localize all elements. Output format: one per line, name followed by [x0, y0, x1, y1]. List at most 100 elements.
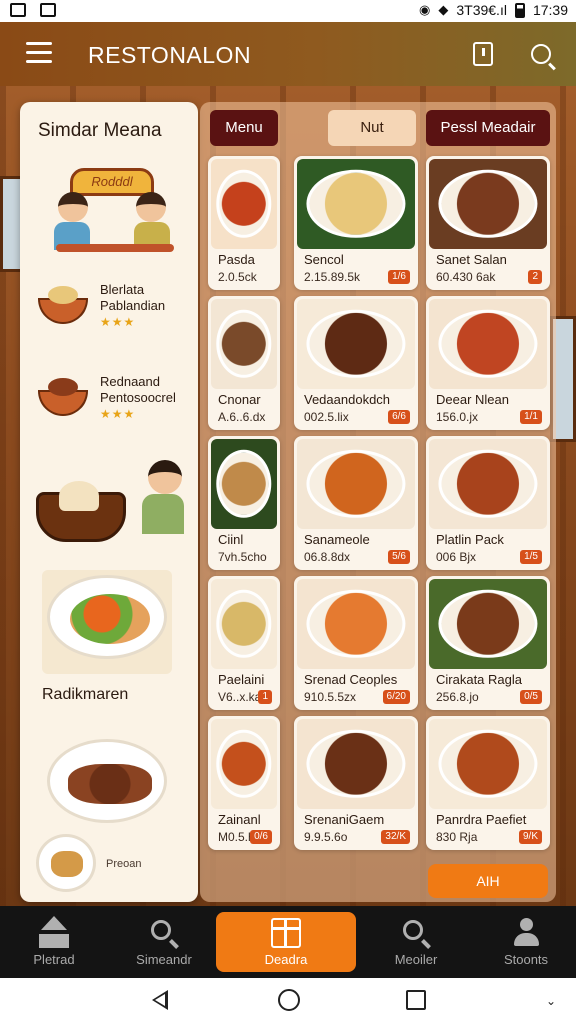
nav-label: Pletrad	[33, 952, 75, 967]
dish-price: 9.9.5.6o	[304, 830, 348, 844]
dish-name: Paelaini	[218, 672, 265, 687]
dish-image[interactable]	[42, 734, 172, 830]
dish-price: 2.0.5ck	[218, 270, 257, 284]
nav-home[interactable]: Pletrad	[4, 906, 104, 978]
menu-item-card[interactable]: Srenad Ceoples 910.5.5zx 6/20	[294, 576, 418, 710]
home-icon	[39, 916, 69, 948]
dish-price: 002.5.lix	[304, 410, 349, 424]
man-avatar	[136, 192, 166, 222]
quantity-badge: 1/5	[520, 550, 542, 564]
dish-image	[429, 159, 547, 249]
dish-image	[211, 439, 277, 529]
nav-mealer[interactable]: Meoiler	[366, 906, 466, 978]
system-nav-bar: ⌄	[0, 978, 576, 1024]
keyboard-icon[interactable]: ⌄	[546, 994, 556, 1008]
dish-name: Ciinl	[218, 532, 244, 547]
dish-image	[211, 719, 277, 809]
featured-dish-label: Radikmaren	[42, 686, 129, 703]
menu-panel: Menu Nut Pessl Meadair Pasda 2.0.5ck Senco…	[200, 102, 556, 902]
dish-image	[429, 439, 547, 529]
dish-name: Sanameole	[304, 532, 370, 547]
dish-price: 2.15.89.5k	[304, 270, 361, 284]
menu-item-card[interactable]: Cnonar A.6..6.dx	[208, 296, 280, 430]
dish-name: Srenad Ceoples	[304, 672, 398, 687]
dish-image	[297, 579, 415, 669]
nav-label: Meoiler	[394, 952, 438, 967]
reservation-icon[interactable]	[468, 39, 498, 69]
item-label: Rednaand Pentosoocrel	[100, 374, 176, 405]
star-rating: ★★★	[100, 315, 136, 329]
menu-item-card[interactable]: Panrdra Paefiet 830 Rja 9/K	[426, 716, 550, 850]
list-item[interactable]: Rednaand Pentosoocrel ★★★	[38, 374, 176, 421]
gallery-icon	[10, 3, 26, 17]
clock: 17:39	[532, 2, 568, 18]
small-dish-label: Preoan	[106, 858, 142, 870]
dish-price: 006 Bjx	[436, 550, 477, 564]
dish-price: 7vh.5cho	[218, 550, 267, 564]
dish-price: 256.8.jo	[436, 690, 479, 704]
tab-pessl-meadair[interactable]: Pessl Meadair	[426, 110, 550, 146]
quantity-badge: 6/20	[382, 690, 410, 704]
dish-image	[211, 299, 277, 389]
tab-menu[interactable]: Menu	[210, 110, 278, 146]
alarm-icon: ◉	[419, 2, 431, 17]
user-icon	[511, 918, 541, 948]
menu-item-card[interactable]: Deear Nlean 156.0.jx 1/1	[426, 296, 550, 430]
menu-item-card[interactable]: Cirakata Ragla 256.8.jo 0/5	[426, 576, 550, 710]
dish-price: 06.8.8dx	[304, 550, 351, 564]
menu-item-card[interactable]: Platlin Pack 006 Bjx 1/5	[426, 436, 550, 570]
app-title: RESTONALON	[88, 42, 252, 68]
dish-name: Zainanl	[218, 812, 261, 827]
wifi-icon: ◆	[438, 2, 449, 17]
dish-price: 830 Rja	[436, 830, 478, 844]
list-item[interactable]: Blerlata Pablandian ★★★	[38, 282, 165, 329]
quantity-badge: 0/6	[250, 830, 272, 844]
back-icon[interactable]	[152, 990, 168, 1010]
search-icon	[149, 918, 179, 949]
image-icon	[40, 3, 56, 17]
menu-item-card[interactable]: Vedaandokdch 002.5.lix 6/6	[294, 296, 418, 430]
nav-label: Deadra	[264, 952, 308, 967]
menu-item-card[interactable]: SrenaniGaem 9.9.5.6o 32/K	[294, 716, 418, 850]
recent-apps-icon[interactable]	[406, 990, 426, 1010]
quantity-badge: 9/K	[518, 830, 542, 844]
dish-price: V6..x.ka	[218, 690, 262, 704]
dish-price: 60.430 6ak	[436, 270, 496, 284]
menu-item-card[interactable]: Sanameole 06.8.8dx 5/6	[294, 436, 418, 570]
dish-name: Cnonar	[218, 392, 261, 407]
dish-name: Platlin Pack	[436, 532, 504, 547]
menu-item-card[interactable]: Paelaini V6..x.ka 1	[208, 576, 280, 710]
dish-price: 156.0.jx	[436, 410, 479, 424]
table	[56, 244, 174, 252]
dish-name: Sencol	[304, 252, 344, 267]
dish-price: 910.5.5zx	[304, 690, 357, 704]
quantity-badge: 5/6	[388, 550, 410, 564]
menu-item-card[interactable]: Zainanl M0.5.h 0/6	[208, 716, 280, 850]
featured-dish-image[interactable]	[42, 570, 172, 674]
menu-item-card[interactable]: Sanet Salan 60.430 6ak 2	[426, 156, 550, 290]
dish-image	[429, 299, 547, 389]
tab-nut[interactable]: Nut	[328, 110, 416, 146]
dish-price: A.6..6.dx	[218, 410, 266, 424]
dish-name: Vedaandokdch	[304, 392, 391, 407]
nav-search[interactable]: Simeandr	[114, 906, 214, 978]
menu-item-card[interactable]: Ciinl 7vh.5cho	[208, 436, 280, 570]
small-dish-image[interactable]	[36, 834, 96, 892]
restaurant-sign: Rodddl	[70, 168, 154, 196]
dish-image	[297, 719, 415, 809]
nav-profile[interactable]: Stoonts	[476, 906, 576, 978]
quantity-badge: 1	[258, 690, 272, 704]
add-button[interactable]: AIH	[428, 864, 548, 898]
dish-name: Cirakata Ragla	[436, 672, 522, 687]
bottom-nav: Pletrad Simeandr Deadra Meoiler Stoonts	[0, 906, 576, 978]
nav-deals[interactable]: Deadra	[216, 912, 356, 972]
quantity-badge: 32/K	[381, 830, 410, 844]
menu-icon[interactable]	[26, 42, 52, 64]
home-button-icon[interactable]	[278, 989, 300, 1011]
dish-name: Sanet Salan	[436, 252, 507, 267]
dish-image	[211, 159, 277, 249]
menu-item-card[interactable]: Pasda 2.0.5ck	[208, 156, 280, 290]
search-icon[interactable]	[526, 39, 556, 69]
dish-name: Pasda	[218, 252, 255, 267]
menu-item-card[interactable]: Sencol 2.15.89.5k 1/6	[294, 156, 418, 290]
